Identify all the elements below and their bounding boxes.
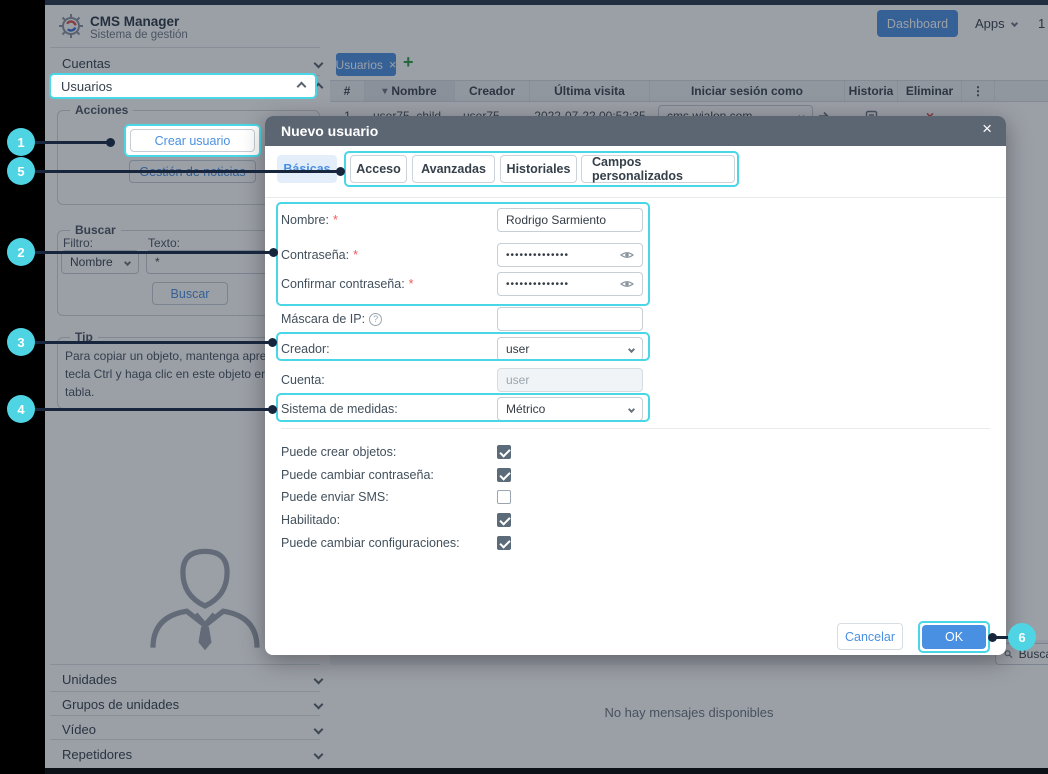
annotation-badge-1: 1	[7, 128, 35, 156]
annotation-line-1	[33, 141, 111, 144]
annotation-badge-6: 6	[1008, 623, 1036, 651]
annotation-dot-1	[106, 138, 115, 147]
dialog-header: Nuevo usuario ×	[265, 116, 1006, 146]
habilitado-label: Habilitado:	[281, 508, 340, 532]
annotation-line-5	[33, 170, 339, 173]
cambiar-contrasena-checkbox[interactable]	[497, 468, 511, 482]
annotation-line-2	[33, 251, 273, 254]
annotation-dot-4	[268, 405, 277, 414]
annotation-badge-2: 2	[7, 238, 35, 266]
highlight-usuarios[interactable]: Usuarios	[49, 73, 317, 99]
annotation-dot-5	[336, 167, 345, 176]
cancel-button[interactable]: Cancelar	[837, 623, 903, 650]
enviar-sms-label: Puede enviar SMS:	[281, 485, 389, 509]
dialog-title: Nuevo usuario	[281, 123, 378, 139]
annotation-badge-4: 4	[7, 395, 35, 423]
highlight-tabs	[344, 151, 739, 187]
crear-usuario-button[interactable]: Crear usuario	[130, 129, 255, 152]
annotation-dot-2	[269, 248, 278, 257]
annotation-dot-3	[268, 338, 277, 347]
highlight-crear-usuario[interactable]: Crear usuario	[124, 124, 261, 157]
screen: CMS Manager Sistema de gestión Dashboard…	[0, 0, 1048, 774]
nuevo-usuario-dialog: Nuevo usuario × Básicas Acceso Avanzadas…	[265, 116, 1006, 655]
habilitado-checkbox[interactable]	[497, 513, 511, 527]
crear-objetos-label: Puede crear objetos:	[281, 440, 396, 464]
cambiar-configuraciones-label: Puede cambiar configuraciones:	[281, 531, 460, 555]
mascara-input[interactable]	[497, 307, 643, 331]
annotation-dot-6	[988, 633, 997, 642]
close-icon[interactable]: ×	[982, 119, 992, 139]
cambiar-configuraciones-checkbox[interactable]	[497, 536, 511, 550]
annotation-badge-5: 5	[7, 157, 35, 185]
tab-basicas[interactable]: Básicas	[277, 155, 337, 183]
cuenta-label: Cuenta:	[281, 368, 325, 392]
help-icon[interactable]: ?	[369, 313, 382, 326]
highlight-ok	[918, 621, 990, 653]
enviar-sms-checkbox[interactable]	[497, 490, 511, 504]
annotation-line-3	[33, 341, 272, 344]
mascara-label: Máscara de IP:?	[281, 307, 382, 331]
cuenta-input: user	[497, 368, 643, 392]
annotation-badge-3: 3	[7, 328, 35, 356]
crear-objetos-checkbox[interactable]	[497, 445, 511, 459]
highlight-medidas	[276, 393, 650, 422]
highlight-creador	[276, 332, 650, 361]
tabs-divider	[265, 197, 1006, 198]
form-divider	[281, 428, 990, 429]
annotation-line-4	[33, 408, 272, 411]
highlight-name-password	[276, 202, 650, 306]
cambiar-contrasena-label: Puede cambiar contraseña:	[281, 463, 434, 487]
chevron-up-icon	[297, 81, 307, 91]
